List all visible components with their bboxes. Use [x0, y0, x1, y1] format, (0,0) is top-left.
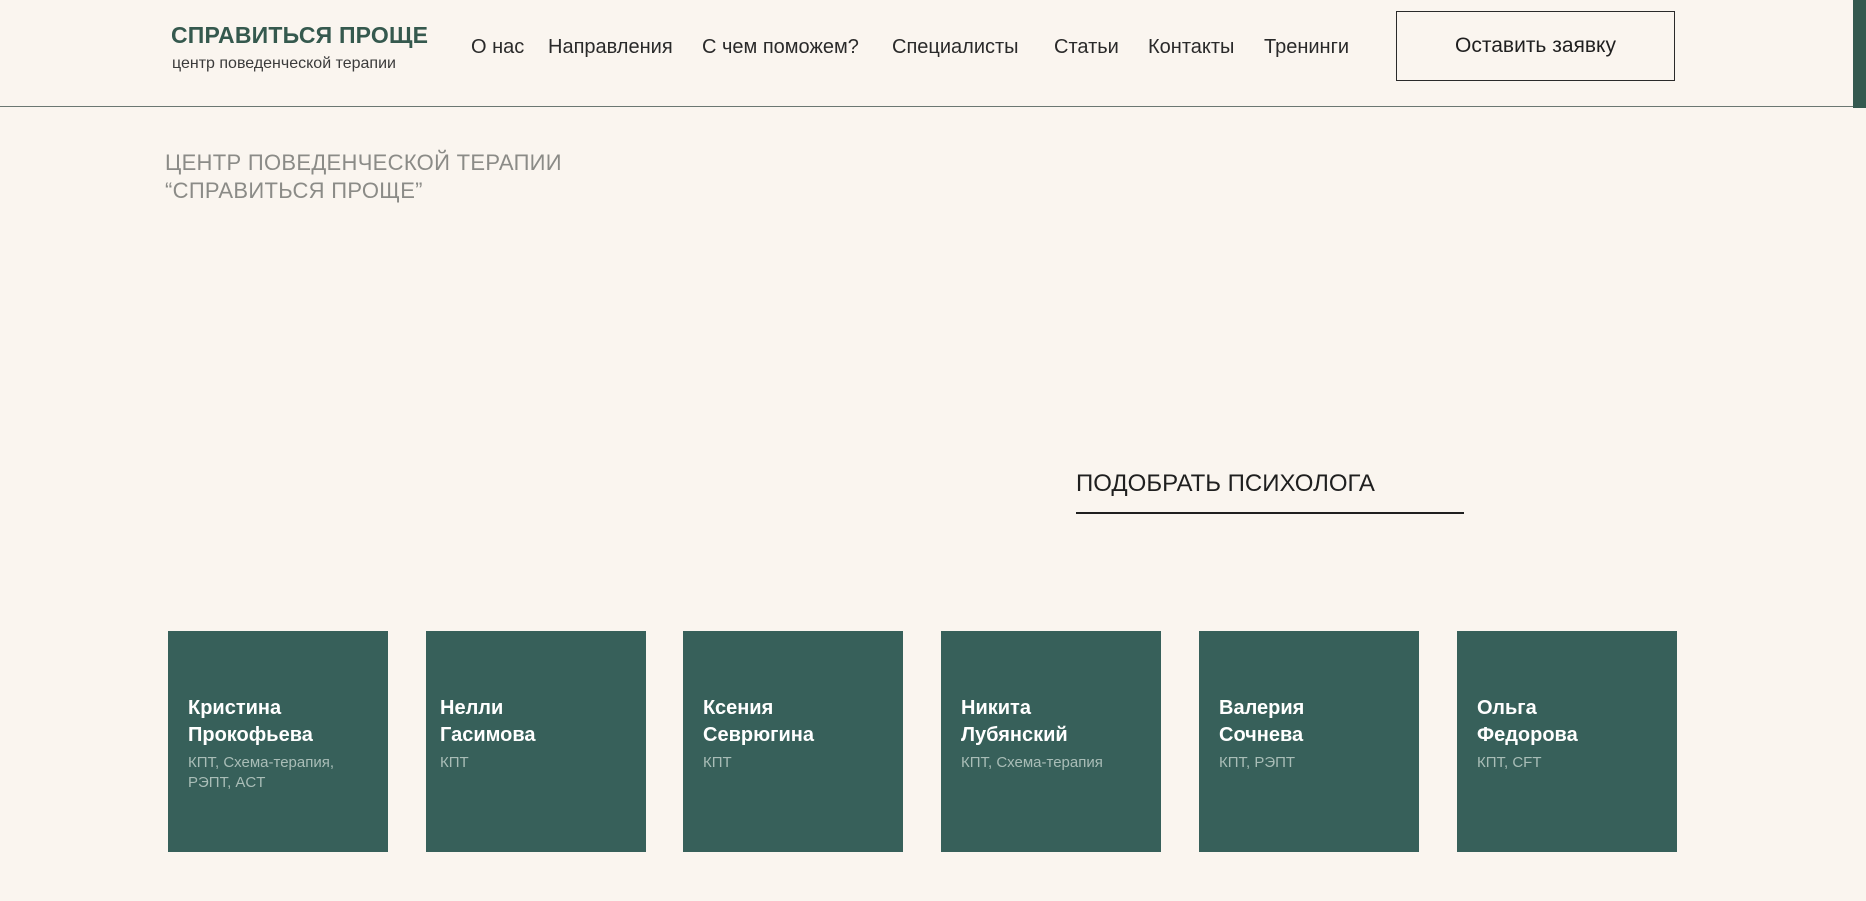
specialist-name: Кристина Прокофьева: [188, 697, 313, 746]
specialist-card[interactable]: Нелли Гасимова КПТ: [426, 631, 646, 852]
specialist-card[interactable]: Валерия Сочнева КПТ, РЭПТ: [1199, 631, 1419, 852]
specialist-specialties: КПТ, Схема-терапия: [961, 754, 1103, 771]
nav-how-we-help[interactable]: С чем поможем?: [702, 36, 859, 59]
specialist-specialties: КПТ: [440, 754, 469, 771]
leave-request-button[interactable]: Оставить заявку: [1396, 11, 1675, 81]
logo-subtitle: центр поведенческой терапии: [172, 55, 396, 72]
nav-trainings[interactable]: Тренинги: [1264, 36, 1349, 59]
specialist-specialties: КПТ, РЭПТ: [1219, 754, 1296, 771]
specialist-specialties: КПТ, CFT: [1477, 754, 1542, 771]
nav-articles[interactable]: Статьи: [1054, 36, 1119, 59]
specialist-name: Ксения Севрюгина: [703, 697, 814, 746]
nav-contacts[interactable]: Контакты: [1148, 36, 1234, 59]
nav-specialists[interactable]: Специалисты: [892, 36, 1019, 59]
site-header: СПРАВИТЬСЯ ПРОЩЕ центр поведенческой тер…: [0, 0, 1853, 107]
specialist-name: Нелли Гасимова: [440, 697, 536, 746]
nav-about[interactable]: О нас: [471, 36, 524, 59]
specialist-card[interactable]: Ольга Федорова КПТ, CFT: [1457, 631, 1677, 852]
pick-psychologist-link[interactable]: ПОДОБРАТЬ ПСИХОЛОГА: [1076, 470, 1464, 514]
specialist-card[interactable]: Кристина Прокофьева КПТ, Схема-терапия, …: [168, 631, 388, 852]
specialist-card[interactable]: Ксения Севрюгина КПТ: [683, 631, 903, 852]
specialist-name: Ольга Федорова: [1477, 697, 1578, 746]
specialist-specialties: КПТ: [703, 754, 732, 771]
specialist-name: Валерия Сочнева: [1219, 697, 1305, 746]
specialist-card[interactable]: Никита Лубянский КПТ, Схема-терапия: [941, 631, 1161, 852]
logo-title[interactable]: СПРАВИТЬСЯ ПРОЩЕ: [171, 22, 428, 49]
nav-directions[interactable]: Направления: [548, 36, 673, 59]
hero-title-line1: ЦЕНТР ПОВЕДЕНЧЕСКОЙ ТЕРАПИИ: [165, 150, 562, 175]
specialist-specialties: КПТ, Схема-терапия, РЭПТ, ACT: [188, 754, 335, 791]
specialist-name: Никита Лубянский: [961, 697, 1068, 746]
hero-title-line2: “СПРАВИТЬСЯ ПРОЩЕ”: [165, 178, 423, 203]
header-accent-bar: [1853, 0, 1866, 108]
